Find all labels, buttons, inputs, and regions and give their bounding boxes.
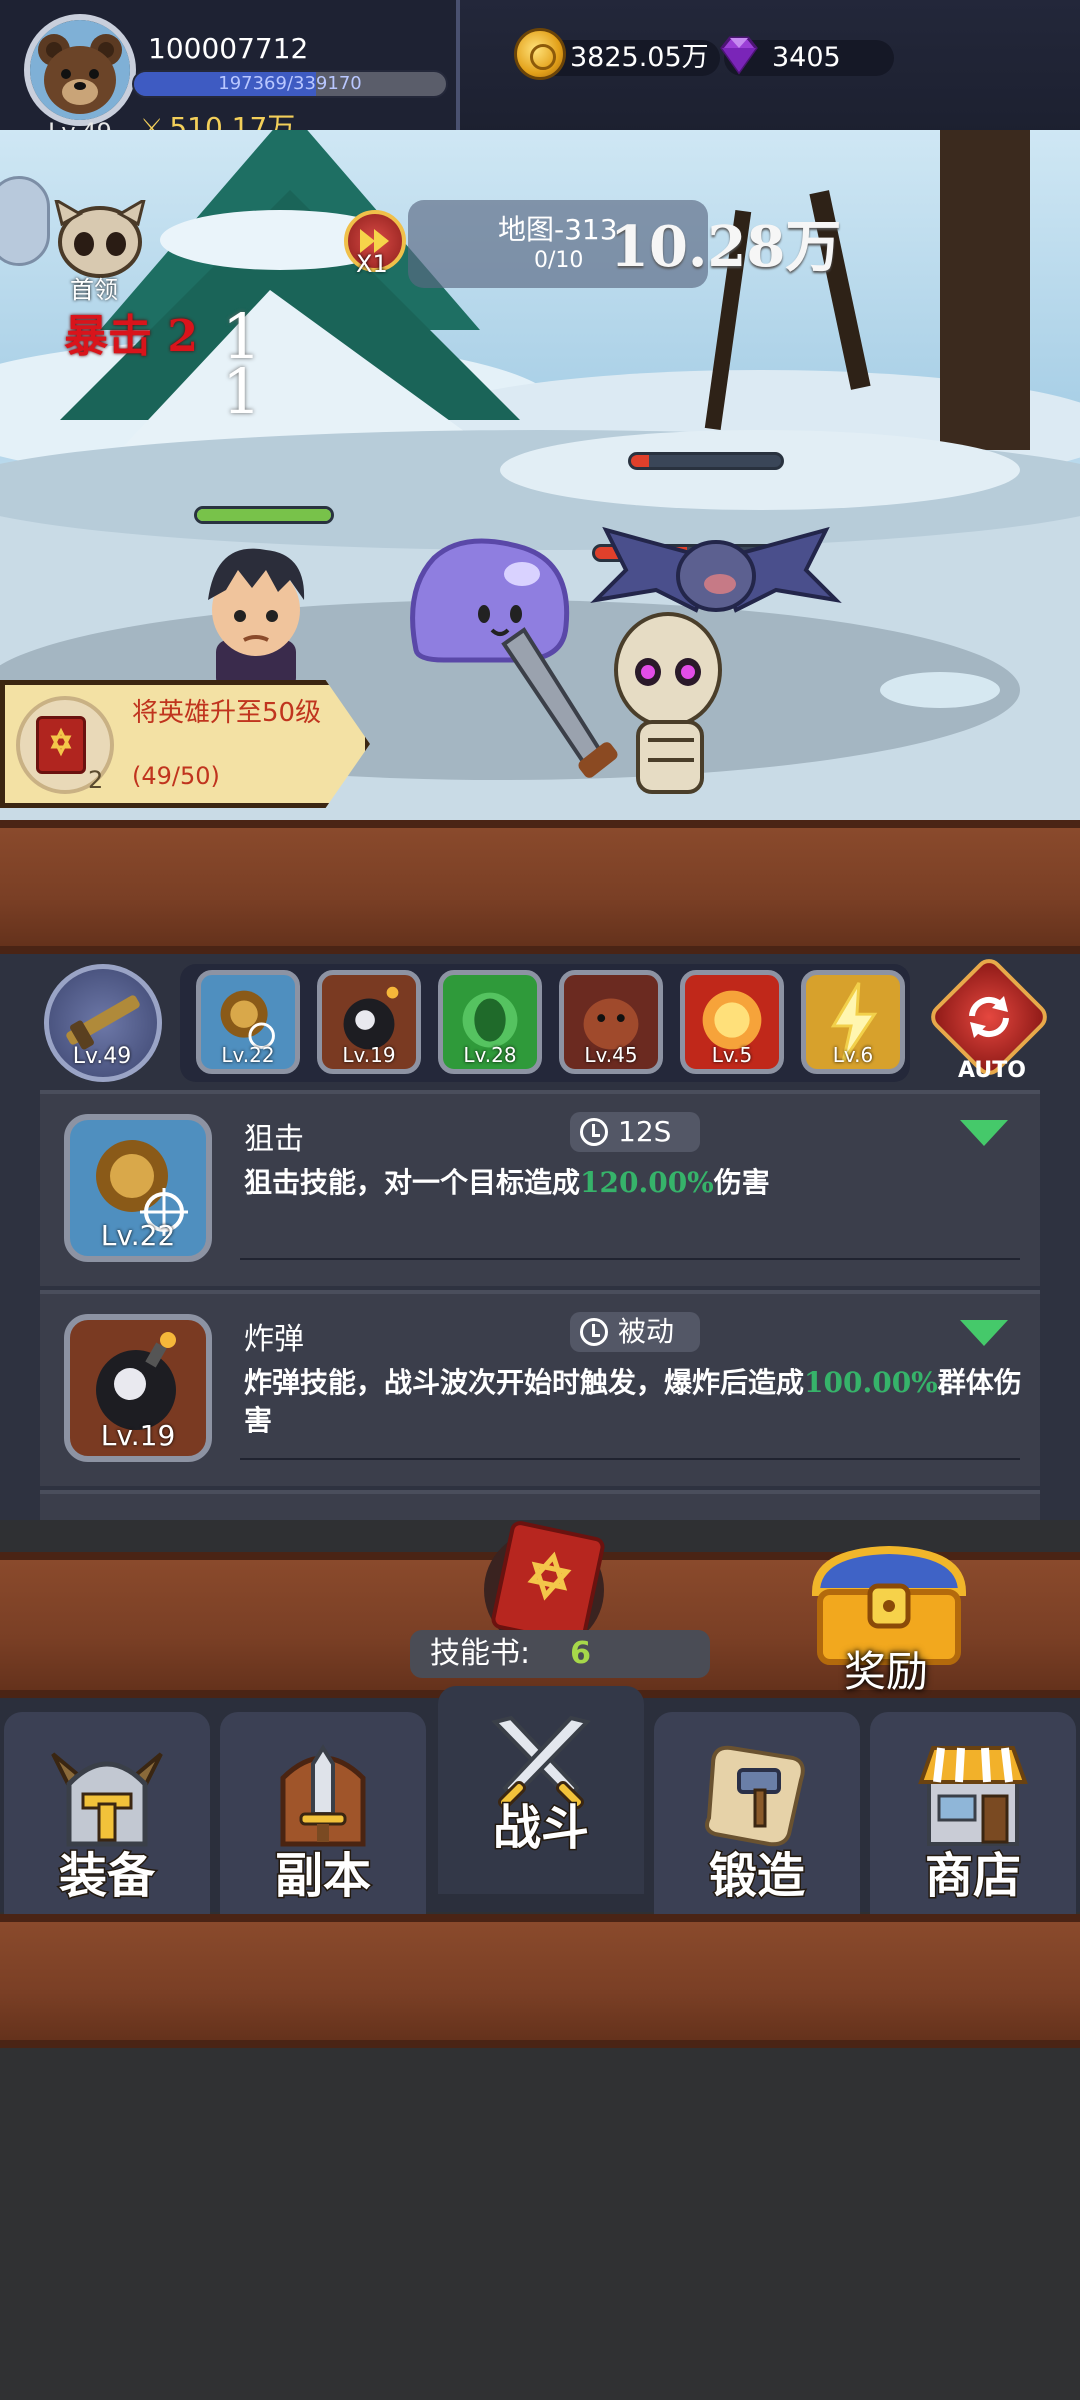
enemy-hp-fill bbox=[631, 455, 649, 467]
bear-avatar-icon bbox=[30, 20, 130, 120]
skill-desc-text: 伤害 bbox=[713, 1166, 770, 1199]
side-menu-button[interactable] bbox=[0, 176, 50, 266]
tab-shop[interactable]: 商店 bbox=[870, 1712, 1076, 1920]
skill-cooldown: 12S bbox=[570, 1112, 700, 1152]
map-reward-value: 10.28万 bbox=[610, 214, 842, 280]
tab-dungeon[interactable]: 副本 bbox=[220, 1712, 426, 1920]
wood-divider bbox=[0, 1914, 1080, 2048]
speed-label: X1 bbox=[356, 250, 388, 278]
skill-slot-level: Lv.19 bbox=[342, 1043, 396, 1067]
skill-cooldown-value: 被动 bbox=[618, 1315, 675, 1348]
skill-thumbnail: Lv.19 bbox=[64, 1314, 212, 1462]
skill-cooldown-value: 12S bbox=[618, 1115, 672, 1148]
player-avatar[interactable] bbox=[24, 14, 136, 126]
skill-card[interactable] bbox=[40, 1490, 1040, 1520]
star-emblem-icon bbox=[527, 1551, 572, 1601]
skill-description: 炸弹技能，战斗波次开始时触发，爆炸后造成100.00%群体伤害 bbox=[244, 1364, 1024, 1440]
skill-name: 狙击 bbox=[244, 1122, 304, 1157]
tab-equipment[interactable]: 装备 bbox=[4, 1712, 210, 1920]
skill-slot-level: Lv.6 bbox=[832, 1043, 874, 1067]
auto-label: AUTO bbox=[958, 1058, 1026, 1083]
skill-book-count: 6 bbox=[570, 1636, 591, 1671]
skill-desc-text: 炸弹技能，战斗波次开始时触发，爆炸后造成 bbox=[244, 1366, 805, 1399]
skill-slot[interactable]: Lv.28 bbox=[438, 970, 542, 1074]
purple-gem-icon bbox=[720, 36, 758, 75]
skill-slot[interactable]: Lv.19 bbox=[317, 970, 421, 1074]
clock-icon bbox=[580, 1118, 608, 1146]
clock-icon bbox=[580, 1318, 608, 1346]
skill-divider bbox=[240, 1258, 1020, 1260]
skill-book-icon bbox=[36, 716, 86, 774]
skill-slot[interactable]: Lv.45 bbox=[559, 970, 663, 1074]
quest-text: 将英雄升至50级 bbox=[132, 698, 322, 728]
battle-scene: 首领 暴击 2 1 1 X1 地图-313 0/10 10.28万 2 将英雄升… bbox=[0, 130, 1080, 830]
skill-desc-highlight: 120.00% bbox=[580, 1166, 714, 1199]
gold-coin-icon bbox=[514, 28, 566, 80]
expand-chevron-icon[interactable] bbox=[960, 1120, 1008, 1146]
gold-amount: 3825.05万 bbox=[570, 42, 709, 73]
skill-slot-level: Lv.28 bbox=[463, 1043, 517, 1067]
skill-description: 狙击技能，对一个目标造成120.00%伤害 bbox=[244, 1164, 1024, 1202]
skill-level: Lv.22 bbox=[100, 1219, 176, 1252]
skill-level: Lv.19 bbox=[100, 1419, 176, 1452]
critical-hit-text: 暴击 2 bbox=[64, 311, 198, 362]
tab-label: 战斗 bbox=[491, 1799, 590, 1858]
empty-area bbox=[0, 2048, 1080, 2400]
tab-battle[interactable]: 战斗 bbox=[438, 1686, 644, 1894]
skill-cooldown: 被动 bbox=[570, 1312, 700, 1352]
quest-reward-count: 2 bbox=[88, 766, 104, 794]
skill-slot[interactable]: Lv.6 bbox=[801, 970, 905, 1074]
weapon-level: Lv.49 bbox=[72, 1044, 132, 1069]
wave-progress: 0/10 bbox=[534, 248, 584, 273]
refresh-icon bbox=[969, 996, 1009, 1038]
tab-forge[interactable]: 锻造 bbox=[654, 1712, 860, 1920]
tab-label: 副本 bbox=[273, 1847, 372, 1906]
tab-label: 装备 bbox=[57, 1847, 156, 1906]
boss-skull-icon[interactable] bbox=[54, 200, 146, 280]
skill-desc-text: 狙击技能，对一个目标造成 bbox=[244, 1166, 581, 1199]
hero-character bbox=[208, 548, 305, 690]
skeleton-warrior-enemy bbox=[501, 612, 722, 794]
enemy-hp-bar bbox=[628, 452, 784, 470]
skill-name: 炸弹 bbox=[244, 1322, 304, 1357]
gem-counter[interactable]: 3405 bbox=[720, 36, 894, 76]
skill-slot-level: Lv.5 bbox=[711, 1043, 753, 1067]
gold-counter[interactable]: 3825.05万 bbox=[514, 28, 720, 80]
skill-book-counter: 技能书: 6 bbox=[410, 1630, 710, 1678]
hero-hp-bar bbox=[194, 506, 334, 524]
skill-slot[interactable]: Lv.22 bbox=[196, 970, 300, 1074]
tab-label: 商店 bbox=[923, 1847, 1022, 1906]
skill-slot-level: Lv.22 bbox=[221, 1043, 275, 1067]
skill-divider bbox=[240, 1458, 1020, 1460]
xp-bar: 197369/339170 bbox=[132, 70, 448, 98]
reward-label[interactable]: 奖励 bbox=[844, 1638, 928, 1699]
hero-hp-fill bbox=[197, 509, 331, 521]
star-emblem-icon bbox=[50, 727, 72, 757]
wood-divider bbox=[0, 820, 1080, 954]
player-id: 100007712 bbox=[148, 32, 309, 65]
quest-progress: (49/50) bbox=[132, 762, 220, 790]
damage-number: 1 bbox=[222, 355, 262, 428]
skill-book-label: 技能书: bbox=[430, 1636, 531, 1671]
skill-card[interactable]: Lv.19 炸弹 被动 炸弹技能，战斗波次开始时触发，爆炸后造成100.00%群… bbox=[40, 1290, 1040, 1486]
gem-amount: 3405 bbox=[772, 42, 841, 73]
skill-thumbnail: Lv.22 bbox=[64, 1114, 212, 1262]
skill-slot[interactable]: Lv.5 bbox=[680, 970, 784, 1074]
map-name: 地图-313 bbox=[498, 213, 618, 246]
xp-text: 197369/339170 bbox=[218, 73, 362, 94]
skill-desc-highlight: 100.00% bbox=[804, 1366, 938, 1399]
tab-label: 锻造 bbox=[707, 1847, 806, 1906]
expand-chevron-icon[interactable] bbox=[960, 1320, 1008, 1346]
skill-card[interactable]: Lv.22 狙击 12S 狙击技能，对一个目标造成120.00%伤害 bbox=[40, 1090, 1040, 1286]
skill-slot-level: Lv.45 bbox=[584, 1043, 638, 1067]
